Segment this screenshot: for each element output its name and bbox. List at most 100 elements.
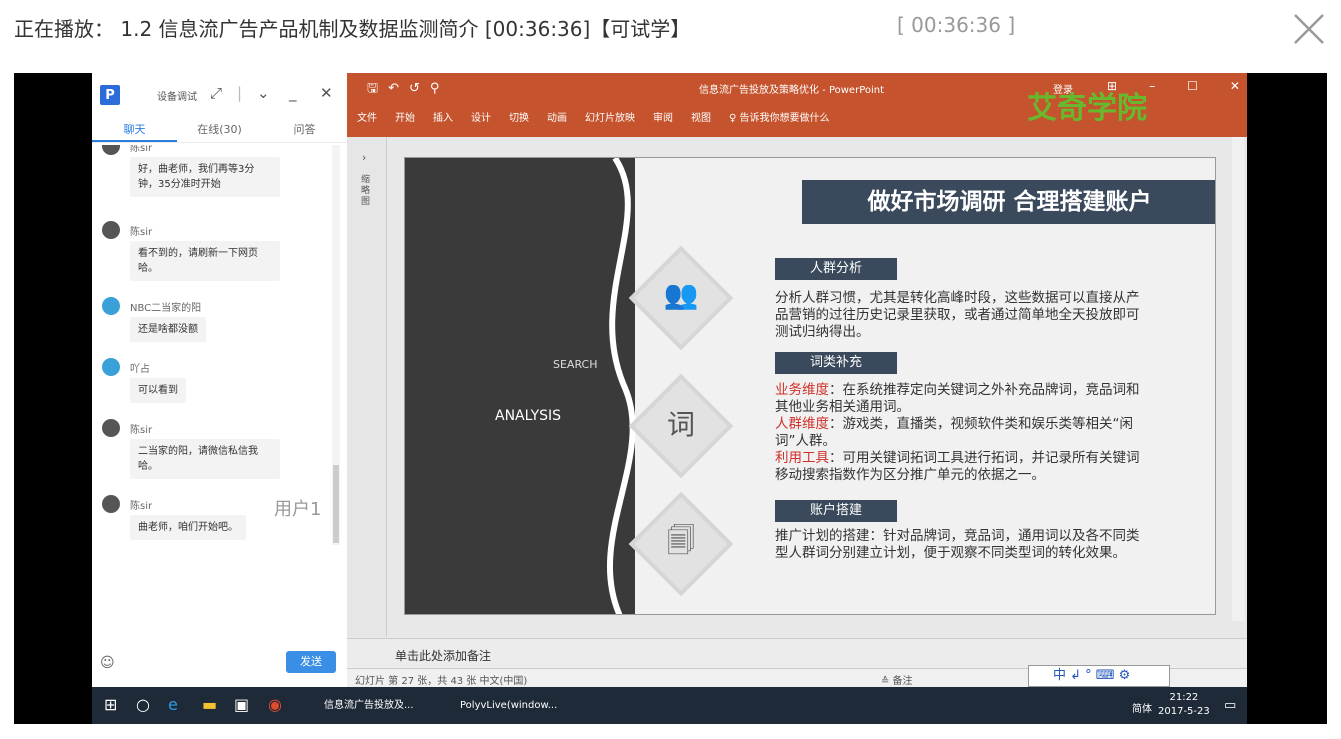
menu-file[interactable]: 文件: [357, 109, 377, 124]
windows-start-icon[interactable]: ⊞: [104, 695, 117, 714]
ime-toolbar[interactable]: 中 ↲ ° ⌨ ⚙: [1028, 665, 1170, 687]
expand-icon[interactable]: ⤢: [210, 84, 222, 102]
menu-insert[interactable]: 插入: [433, 109, 453, 124]
clock-date: 2017-5-23: [1158, 706, 1210, 717]
section-header: 人群分析: [775, 258, 897, 280]
minimize-icon[interactable]: _: [289, 84, 297, 102]
playback-time: [ 00:36:36 ]: [897, 13, 1016, 37]
menu-slideshow[interactable]: 幻灯片放映: [585, 109, 635, 124]
device-debug-label[interactable]: 设备调试: [157, 88, 197, 103]
chat-username: 陈sir: [130, 425, 153, 436]
people-icon: 👥: [663, 278, 699, 311]
keyword-text: ：在系统推荐定向关键词之外补充品牌词，竞品词和其他业务相关通用词。: [775, 382, 1140, 415]
tab-chat[interactable]: 聊天: [92, 117, 177, 142]
chevron-down-icon[interactable]: ⌄: [257, 84, 270, 102]
menu-transitions[interactable]: 切换: [509, 109, 529, 124]
notes-toggle[interactable]: ≙ 备注: [881, 672, 913, 687]
scroll-thumb[interactable]: [333, 465, 339, 543]
close-icon[interactable]: ✕: [320, 84, 333, 102]
keyword-text: ：游戏类，直播类，视频软件类和娱乐类等相关“闲词”人群。: [775, 416, 1133, 449]
user-label: 用户1: [274, 499, 322, 520]
avatar: [102, 419, 120, 437]
chevron-right-icon[interactable]: ›: [362, 151, 366, 164]
slide-scrollbar[interactable]: [1232, 137, 1244, 621]
section-text: 分析人群习惯，尤其是转化高峰时段，这些数据可以直接从产品营销的过往历史记录里获取…: [775, 290, 1140, 340]
section-header: 账户搭建: [775, 500, 897, 522]
maximize-icon[interactable]: ☐: [1187, 79, 1198, 93]
ribbon-toggle-icon[interactable]: ⊞: [1107, 79, 1117, 93]
chat-bubble: 还是啥都没额: [130, 317, 206, 342]
video-player[interactable]: P 设备调试 ⤢ | ⌄ _ ✕ 聊天 在线(30) 问答 陈sir 好，曲老师…: [14, 73, 1327, 724]
store-icon[interactable]: ▣: [234, 695, 249, 714]
chat-panel: P 设备调试 ⤢ | ⌄ _ ✕ 聊天 在线(30) 问答 陈sir 好，曲老师…: [92, 73, 347, 687]
slide-canvas[interactable]: SEARCH ANALYSIS 👥 词 🗐 做好市场调研 合理搭建账户 人群分析…: [404, 157, 1216, 615]
word-icon: 词: [666, 408, 695, 441]
keyword: 利用工具: [775, 450, 829, 466]
send-button[interactable]: 发送: [286, 651, 336, 673]
tab-qa[interactable]: 问答: [262, 117, 347, 142]
section-text: 业务维度：在系统推荐定向关键词之外补充品牌词，竞品词和其他业务相关通用词。 人群…: [775, 382, 1147, 484]
folder-icon[interactable]: ▬: [202, 695, 217, 714]
powerpoint-window: 🖫↶↺⚲ 信息流广告投放及策略优化 - PowerPoint 登录 文件 开始 …: [347, 73, 1247, 687]
avatar: [102, 145, 120, 155]
clock[interactable]: 21:22 2017-5-23: [1158, 691, 1210, 719]
close-icon[interactable]: [1292, 12, 1326, 46]
taskbar-app-ppt[interactable]: 信息流广告投放及...: [298, 687, 428, 724]
keyword: 人群维度: [775, 416, 829, 432]
chat-username: 吖占: [130, 364, 150, 375]
close-icon[interactable]: ✕: [1230, 79, 1240, 93]
chat-username: NBC二当家的阳: [130, 303, 202, 314]
chat-username: 陈sir: [130, 227, 153, 238]
quick-access-icons[interactable]: 🖫↶↺⚲: [367, 79, 449, 101]
taskbar: ⊞ ○ e ▬ ▣ ◉ 信息流广告投放及... PolyvLive(window…: [92, 687, 1247, 724]
thumbnail-pane[interactable]: › 缩略图: [347, 137, 387, 637]
notes-pane[interactable]: 单击此处添加备注: [347, 638, 1247, 668]
chat-username: 陈sir: [130, 145, 153, 154]
minimize-icon[interactable]: –: [1149, 79, 1155, 93]
divider: |: [237, 84, 243, 102]
chat-tabs: 聊天 在线(30) 问答: [92, 117, 347, 143]
avatar: [102, 495, 120, 513]
slide-search-label: SEARCH: [553, 358, 598, 371]
clock-time: 21:22: [1169, 692, 1199, 703]
menu-view[interactable]: 视图: [691, 109, 711, 124]
polyv-logo-icon: P: [100, 85, 120, 105]
document-icon: 🗐: [667, 524, 695, 557]
chat-bubble: 曲老师，咱们开始吧。: [130, 515, 246, 540]
chrome-icon[interactable]: ◉: [268, 695, 282, 714]
chat-message-list[interactable]: 陈sir 好，曲老师，我们再等3分钟，35分准时开始 陈sir 看不到的，请刷新…: [92, 145, 338, 545]
notification-icon[interactable]: ▭: [1224, 698, 1236, 713]
avatar: [102, 358, 120, 376]
language-indicator[interactable]: 简体: [1132, 700, 1152, 715]
search-icon[interactable]: ○: [136, 695, 150, 714]
avatar: [102, 221, 120, 239]
tab-online[interactable]: 在线(30): [177, 117, 262, 142]
ppt-menu: 文件 开始 插入 设计 切换 动画 幻灯片放映 审阅 视图 ♀ 告诉我你想要做什…: [357, 109, 830, 124]
chat-scrollbar[interactable]: [332, 145, 340, 545]
slide-analysis-label: ANALYSIS: [495, 408, 562, 424]
notes-placeholder: 单击此处添加备注: [395, 649, 492, 663]
menu-home[interactable]: 开始: [395, 109, 415, 124]
edge-icon[interactable]: e: [168, 695, 178, 714]
section-text: 推广计划的搭建：针对品牌词，竞品词，通用词以及各不同类型人群词分别建立计划，便于…: [775, 528, 1140, 561]
chat-bubble: 好，曲老师，我们再等3分钟，35分准时开始: [130, 157, 280, 197]
ppt-ribbon: 🖫↶↺⚲ 信息流广告投放及策略优化 - PowerPoint 登录 文件 开始 …: [347, 73, 1247, 137]
taskbar-app-polyv[interactable]: PolyvLive(window...: [434, 687, 560, 724]
menu-tell-me[interactable]: ♀ 告诉我你想要做什么: [729, 109, 830, 124]
thumbnail-label: 缩略图: [361, 175, 371, 207]
menu-review[interactable]: 审阅: [653, 109, 673, 124]
slide-title: 做好市场调研 合理搭建账户: [802, 180, 1215, 224]
menu-animations[interactable]: 动画: [547, 109, 567, 124]
chat-titlebar: P 设备调试 ⤢ | ⌄ _ ✕: [92, 73, 347, 117]
slide-counter: 幻灯片 第 27 张，共 43 张 中文(中国): [355, 676, 528, 687]
chat-username: 陈sir: [130, 501, 153, 512]
emoji-icon[interactable]: ☺: [100, 655, 115, 671]
chat-bubble: 二当家的阳，请微信私信我哈。: [130, 439, 280, 479]
chat-bubble: 看不到的，请刷新一下网页哈。: [130, 241, 280, 281]
menu-design[interactable]: 设计: [471, 109, 491, 124]
section-header: 词类补充: [775, 352, 897, 374]
keyword-text: ：可用关键词拓词工具进行拓词，并记录所有关键词移动搜索指数作为区分推广单元的依据…: [775, 450, 1140, 483]
window-controls: ⊞ – ☐ ✕: [1107, 79, 1240, 93]
keyword: 业务维度: [775, 382, 829, 398]
avatar: [102, 297, 120, 315]
